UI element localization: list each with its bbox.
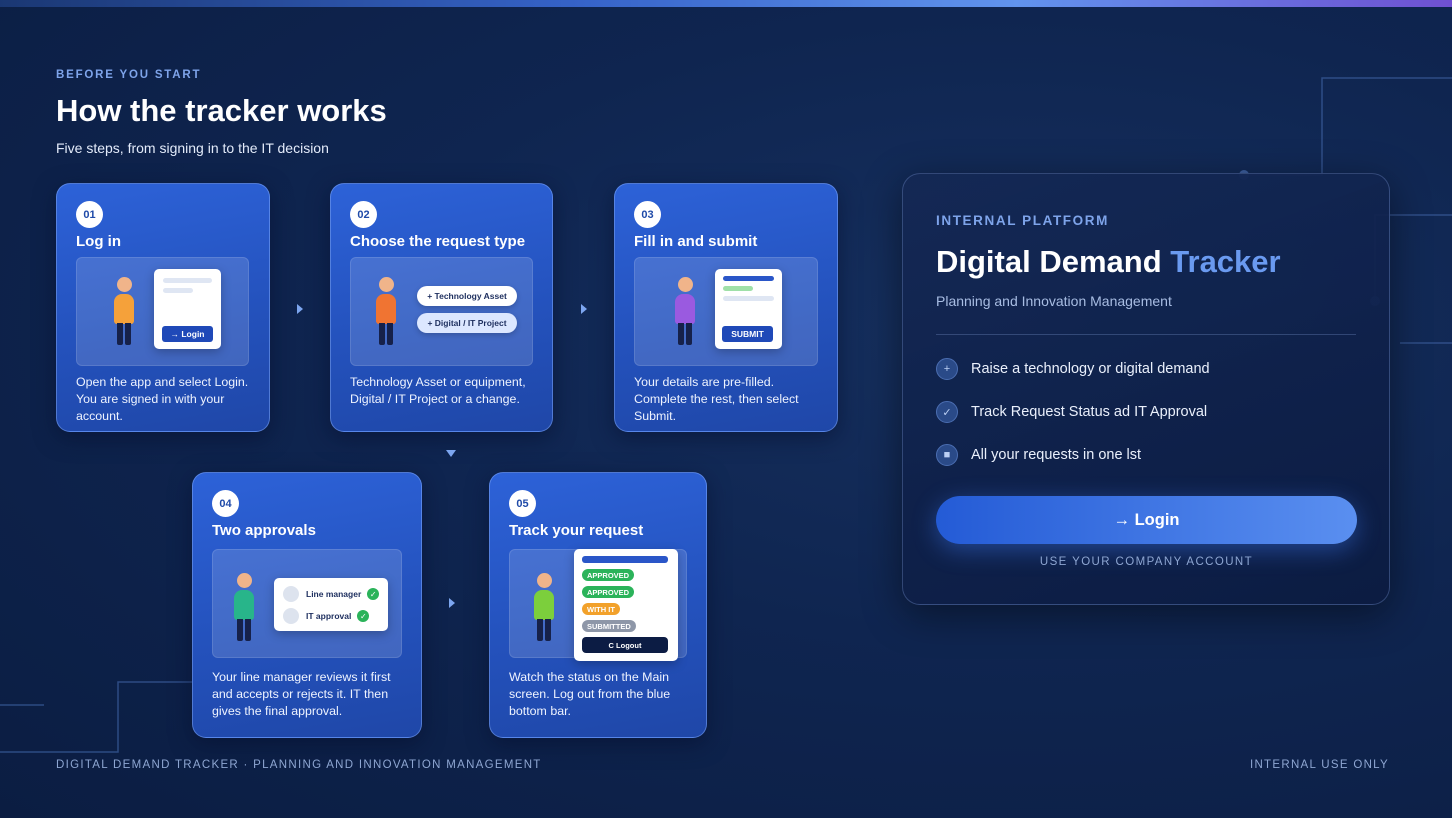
status-badge: APPROVED — [582, 586, 635, 598]
status-badge: WITH IT — [582, 603, 620, 615]
arrow-down-icon — [446, 450, 456, 457]
step-title: Track your request — [509, 522, 644, 539]
person-icon — [674, 277, 696, 347]
step-card-login: 01 Log in → Login Open the app and selec… — [56, 183, 270, 432]
option-digital-it-project: + Digital / IT Project — [417, 313, 517, 333]
mock-login-button: → Login — [162, 326, 213, 342]
person-icon — [113, 277, 135, 347]
mock-logout-button: C Logout — [582, 637, 668, 653]
step-number-badge: 05 — [509, 490, 536, 517]
step-description: Watch the status on the Main screen. Log… — [509, 670, 671, 718]
approved-check-icon: ✓ — [367, 588, 380, 600]
login-panel: INTERNAL PLATFORM Digital Demand Tracker… — [902, 173, 1390, 605]
status-screen-mockup: APPROVED APPROVED WITH IT SUBMITTED C Lo… — [574, 549, 678, 661]
approval-line-manager: Line manager — [306, 589, 362, 599]
app-title: Digital Demand Tracker — [936, 244, 1281, 280]
step-description: Open the app and select Login. You are s… — [76, 375, 249, 423]
check-icon: ✓ — [936, 401, 958, 423]
arrow-right-icon — [581, 304, 587, 314]
arrow-right-icon — [297, 304, 303, 314]
feature-all-requests: ■ All your requests in one lst — [936, 443, 1141, 467]
approvals-mockup: Line manager ✓ IT approval ✓ — [274, 578, 388, 631]
list-icon: ■ — [936, 444, 958, 466]
feature-label: Raise a technology or digital demand — [971, 361, 1210, 377]
feature-label: Track Request Status ad IT Approval — [971, 404, 1208, 420]
login-screen-mockup: → Login — [154, 269, 221, 349]
approved-check-icon: ✓ — [357, 610, 370, 622]
person-icon — [533, 573, 555, 643]
app-subtitle: Planning and Innovation Management — [936, 293, 1172, 309]
step-number-badge: 02 — [350, 201, 377, 228]
person-icon — [375, 277, 397, 347]
footer-brand: DIGITAL DEMAND TRACKER · PLANNING AND IN… — [56, 759, 542, 771]
page-subtitle: Five steps, from signing in to the IT de… — [56, 140, 329, 156]
form-mockup: SUBMIT — [715, 269, 782, 349]
page-title: How the tracker works — [56, 93, 387, 128]
intro-eyebrow: BEFORE YOU START — [56, 69, 202, 81]
step-illustration: Line manager ✓ IT approval ✓ — [212, 549, 402, 658]
person-icon — [233, 573, 255, 643]
status-badge: SUBMITTED — [582, 620, 636, 632]
step-number-badge: 04 — [212, 490, 239, 517]
step-title: Choose the request type — [350, 233, 526, 250]
step-illustration: → Login — [76, 257, 249, 366]
step-number-badge: 01 — [76, 201, 103, 228]
footer-notice: INTERNAL USE ONLY — [1249, 759, 1389, 771]
step-card-approvals: 04 Two approvals Line manager ✓ IT appro… — [192, 472, 422, 738]
divider — [936, 334, 1356, 335]
step-number-badge: 03 — [634, 201, 661, 228]
step-illustration: + Technology Asset + Digital / IT Projec… — [350, 257, 533, 366]
step-description: Your line manager reviews it first and a… — [212, 670, 391, 718]
app-title-accent: Tracker — [1170, 244, 1281, 279]
step-title: Fill in and submit — [634, 233, 758, 250]
login-button[interactable]: → Login — [936, 496, 1357, 544]
top-accent-bar — [0, 0, 1452, 7]
login-note: USE YOUR COMPANY ACCOUNT — [1039, 556, 1254, 568]
mock-submit-button: SUBMIT — [722, 326, 773, 342]
option-technology-asset: + Technology Asset — [417, 286, 517, 306]
step-card-track: 05 Track your request APPROVED APPROVED … — [489, 472, 707, 738]
app-title-main: Digital Demand — [936, 244, 1162, 279]
step-title: Log in — [76, 233, 121, 250]
step-description: Your details are pre-filled. Complete th… — [634, 375, 799, 423]
step-illustration: SUBMIT — [634, 257, 818, 366]
approval-it: IT approval — [306, 611, 352, 621]
feature-raise-demand: + Raise a technology or digital demand — [936, 357, 1210, 381]
step-card-submit: 03 Fill in and submit SUBMIT Your detail… — [614, 183, 838, 432]
step-card-request-type: 02 Choose the request type + Technology … — [330, 183, 553, 432]
step-title: Two approvals — [212, 522, 316, 539]
panel-eyebrow: INTERNAL PLATFORM — [936, 213, 1109, 228]
plus-icon: + — [936, 358, 958, 380]
step-description: Technology Asset or equipment, Digital /… — [350, 375, 526, 406]
feature-label: All your requests in one lst — [971, 447, 1142, 463]
arrow-right-icon — [449, 598, 455, 608]
status-badge: APPROVED — [582, 569, 635, 581]
feature-track-status: ✓ Track Request Status ad IT Approval — [936, 400, 1207, 424]
